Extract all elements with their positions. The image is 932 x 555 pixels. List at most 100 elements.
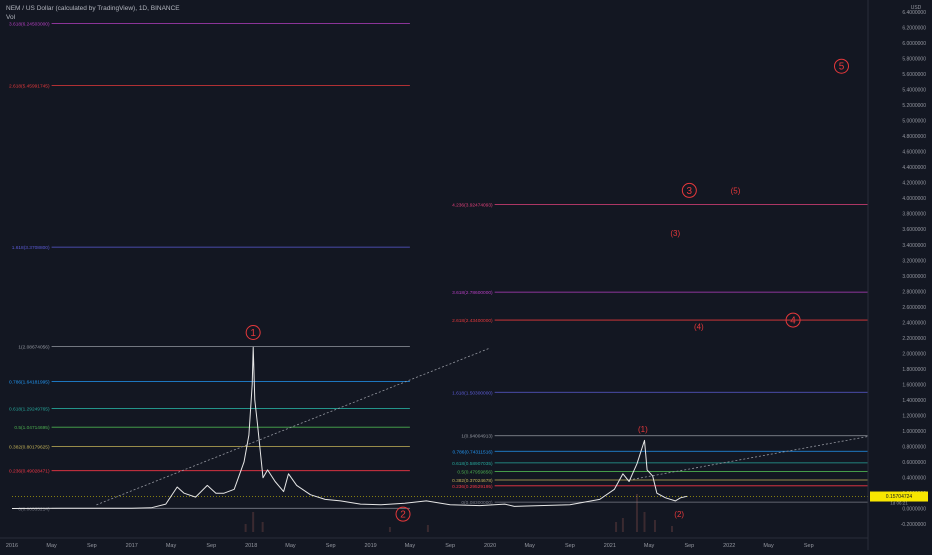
time-axis-tick: 2017: [126, 543, 138, 549]
price-axis-tick: 6.2000000: [902, 25, 926, 31]
time-axis-tick: May: [763, 543, 774, 549]
time-axis-tick: Sep: [804, 543, 814, 549]
price-axis-tick: 0.8000000: [902, 445, 926, 451]
fib-level-label: 3.618(6.24503000): [9, 22, 50, 28]
price-axis-tick: 3.2000000: [902, 258, 926, 264]
time-axis-tick: May: [405, 543, 416, 549]
price-axis-tick: 1.6000000: [902, 383, 926, 389]
fib-level-label: 0(0.00535214): [18, 506, 50, 512]
fib-level-label: 1.618(3.3708800): [12, 245, 50, 251]
fib-level-label: 4.236(3.92474093): [452, 202, 493, 208]
fib-level-label: 0.618(1.29249765): [9, 407, 50, 413]
price-axis-tick: 4.8000000: [902, 134, 926, 140]
wave-label: 5: [839, 62, 845, 73]
time-axis-tick: Sep: [445, 543, 455, 549]
price-axis-tick: 4.2000000: [902, 181, 926, 187]
volume-bar: [615, 522, 618, 532]
volume-bar: [426, 525, 429, 532]
price-axis-tick: 5.0000000: [902, 119, 926, 125]
wave-label: (1): [638, 425, 648, 434]
volume-bar: [635, 494, 638, 532]
fib-level-label: 3.618(2.78600000): [452, 290, 493, 296]
volume-bar: [643, 512, 646, 532]
price-axis-tick: 0.0000000: [902, 507, 926, 513]
volume-bar: [621, 518, 624, 532]
wave-label: (5): [731, 186, 741, 195]
price-axis-tick: 4.6000000: [902, 150, 926, 156]
price-axis-tick: 5.8000000: [902, 56, 926, 62]
fib-level-label: 0.382(0.37024678): [452, 478, 493, 484]
fib-level-label: 2.618(2.43400000): [452, 318, 493, 324]
wave-label: (3): [670, 229, 680, 238]
price-axis-tick: 5.2000000: [902, 103, 926, 109]
fib-level-label: 0.236(0.49028471): [9, 469, 50, 475]
fib-level-label: 0.382(0.80179625): [9, 445, 50, 451]
axes-layer: USD-0.20000000.00000000.20000000.4000000…: [0, 0, 928, 550]
price-axis-tick: 4.0000000: [902, 196, 926, 202]
fib-level-label: 1.618(1.50300000): [452, 390, 493, 396]
price-line: [11, 346, 688, 509]
time-axis-tick: Sep: [684, 543, 694, 549]
time-axis-tick: Sep: [565, 543, 575, 549]
price-axis-tick: 6.4000000: [902, 10, 926, 16]
price-axis-tick: 3.8000000: [902, 212, 926, 218]
price-axis-tick: 5.4000000: [902, 88, 926, 94]
time-axis-tick: Sep: [87, 543, 97, 549]
fib-level-label: 0.236(0.29529195): [452, 484, 493, 490]
time-axis-tick: May: [285, 543, 296, 549]
time-axis-tick: 2020: [484, 543, 496, 549]
indicator-label[interactable]: Vol: [6, 13, 180, 22]
time-axis-tick: 2016: [6, 543, 18, 549]
price-axis-tick: 2.6000000: [902, 305, 926, 311]
trend-line: [629, 436, 869, 481]
fib-level-label: 2.618(5.45991745): [9, 84, 50, 90]
price-axis-tick: 2.0000000: [902, 351, 926, 357]
time-axis-tick: Sep: [206, 543, 216, 549]
price-chart[interactable]: 0(0.00535214) 0.236(0.49028471) 0.382(0.80…: [0, 0, 932, 550]
volume-bar: [670, 526, 673, 532]
fib-level-label: 0.786(1.64181995): [9, 379, 50, 385]
price-axis-tick: 2.4000000: [902, 320, 926, 326]
time-axis-tick: May: [524, 543, 535, 549]
price-axis-tick: 1.4000000: [902, 398, 926, 404]
wave-label: (2): [674, 510, 684, 519]
price-axis-tick: 6.0000000: [902, 41, 926, 47]
time-axis-tick: 2022: [723, 543, 735, 549]
price-axis-tick: 1.0000000: [902, 429, 926, 435]
volume-bar: [244, 524, 247, 532]
volume-bar: [261, 522, 264, 532]
time-axis-tick: Sep: [326, 543, 336, 549]
fib-level-label: 1(2.08674056): [18, 344, 50, 350]
time-axis-tick: 2018: [245, 543, 257, 549]
price-axis-tick: 1.2000000: [902, 414, 926, 420]
fib-level-label: 0.5(1.04714695): [14, 425, 50, 431]
time-axis-tick: May: [46, 543, 57, 549]
volume-layer: [244, 494, 673, 532]
fibonacci-layer: 0(0.00535214) 0.236(0.49028471) 0.382(0.80…: [9, 22, 868, 512]
fib-level-label: 0.786(0.74311516): [452, 449, 493, 455]
time-axis-tick: 2019: [365, 543, 377, 549]
volume-bar: [252, 512, 255, 532]
time-axis-tick: May: [644, 543, 655, 549]
time-axis-tick: 2021: [604, 543, 616, 549]
fib-level-label: 0.618(0.58907035): [452, 461, 493, 467]
price-axis-tick: 2.8000000: [902, 289, 926, 295]
price-axis-tick: 5.6000000: [902, 72, 926, 78]
price-axis-tick: 0.4000000: [902, 476, 926, 482]
price-axis-tick: 3.4000000: [902, 243, 926, 249]
wave-label: 1: [250, 328, 256, 339]
price-axis-tick: -0.2000000: [901, 522, 927, 528]
wave-labels-layer: 1 2 3 4 5 (1) (2) (3) (4) (5): [245, 58, 849, 522]
wave-label: 3: [687, 186, 693, 197]
price-layer: [11, 346, 868, 509]
last-price-countdown: 1d 06:21: [890, 501, 908, 506]
chart-canvas[interactable]: 0(0.00535214) 0.236(0.49028471) 0.382(0.80…: [0, 0, 932, 550]
symbol-title[interactable]: NEM / US Dollar (calculated by TradingVi…: [6, 4, 180, 13]
wave-label: 2: [400, 510, 406, 521]
price-axis-tick: 2.2000000: [902, 336, 926, 342]
fib-level-label: 1(0.94004913): [461, 434, 493, 440]
last-price-value: 0.15704724: [886, 494, 913, 500]
price-axis-tick: 3.0000000: [902, 274, 926, 280]
wave-label: 4: [790, 316, 796, 327]
price-axis-tick: 0.6000000: [902, 460, 926, 466]
